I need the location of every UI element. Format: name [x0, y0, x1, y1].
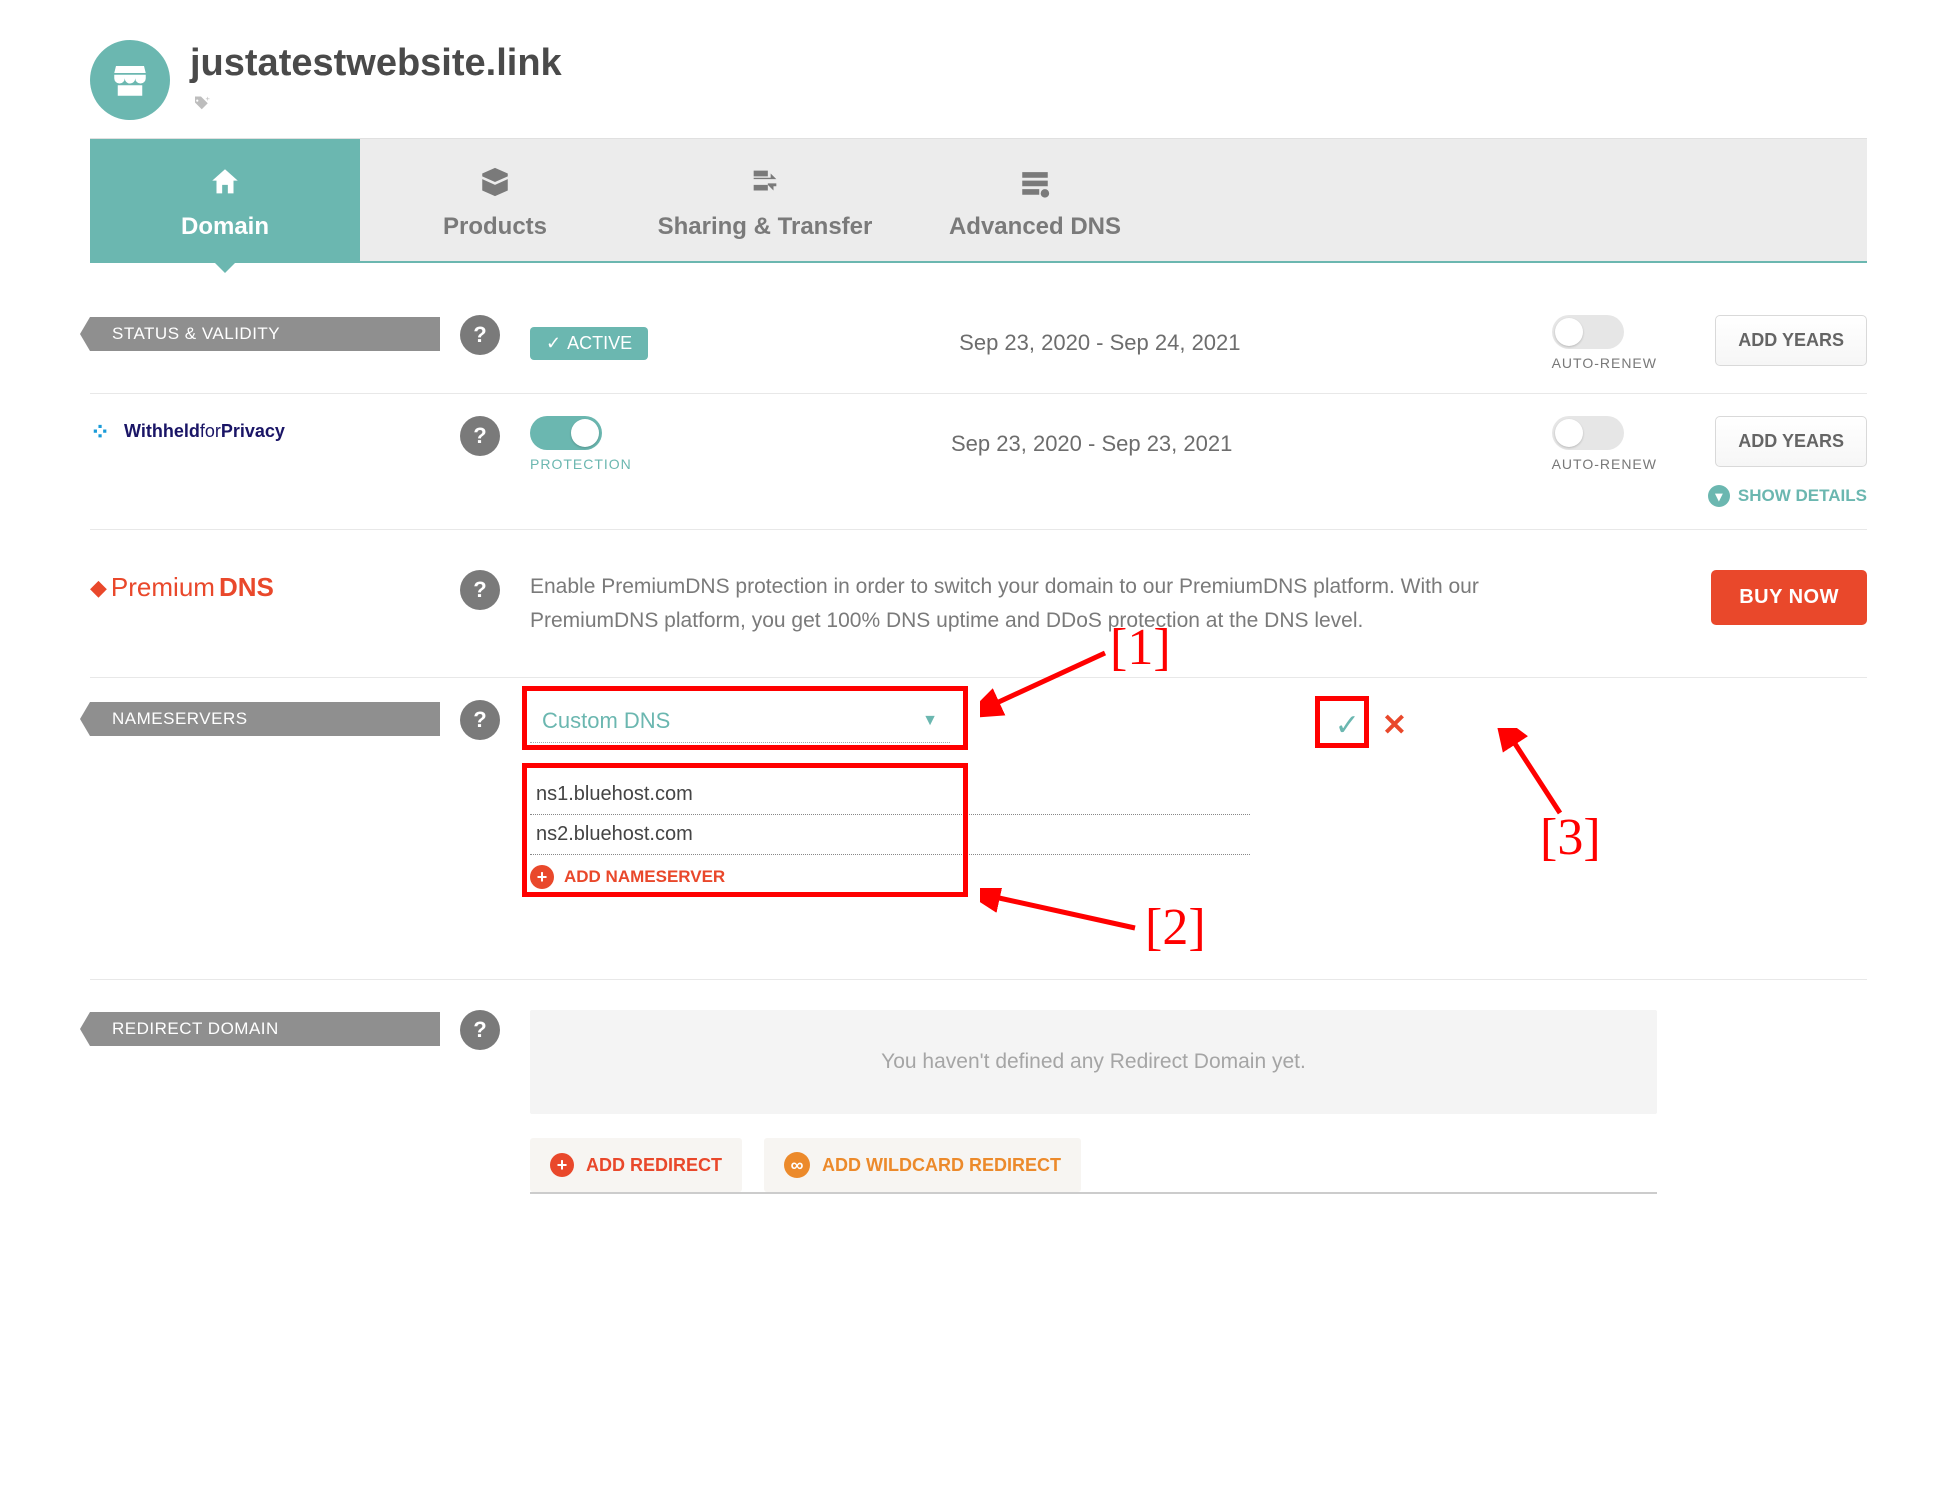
add-wildcard-redirect-button[interactable]: ∞ ADD WILDCARD REDIRECT: [764, 1138, 1081, 1192]
dns-select-value: Custom DNS: [542, 708, 670, 734]
premiumdns-description: Enable PremiumDNS protection in order to…: [530, 570, 1550, 637]
tab-domain[interactable]: Domain: [90, 139, 360, 261]
tab-products-label: Products: [360, 213, 630, 241]
tab-advanced-dns[interactable]: Advanced DNS: [900, 139, 1170, 261]
nameserver-confirm-group: ✓ ✕: [1329, 706, 1407, 745]
buy-now-button[interactable]: BUY NOW: [1711, 570, 1867, 625]
nameserver-2-input[interactable]: [530, 815, 1250, 855]
annotation-2: [2]: [1145, 898, 1206, 957]
tab-sharing[interactable]: Sharing & Transfer: [630, 139, 900, 261]
chevron-down-icon: ▼: [922, 712, 938, 730]
server-gear-icon: [900, 165, 1170, 203]
nameserver-1-input[interactable]: [530, 775, 1250, 815]
privacy-auto-renew-label: AUTO-RENEW: [1552, 456, 1657, 472]
privacy-row: WithheldforPrivacy ? PROTECTION Sep 23, …: [90, 394, 1867, 530]
cancel-button[interactable]: ✕: [1382, 708, 1407, 743]
dns-type-select[interactable]: Custom DNS ▼: [530, 700, 950, 743]
page-header: justatestwebsite.link +: [90, 40, 1867, 120]
premiumdns-logo: ◆ PremiumDNS: [90, 572, 440, 603]
redirect-label: REDIRECT DOMAIN: [90, 1012, 440, 1046]
tab-domain-label: Domain: [90, 213, 360, 241]
svg-text:+: +: [206, 95, 211, 103]
plus-icon: +: [530, 865, 554, 889]
status-label: STATUS & VALIDITY: [90, 317, 440, 351]
privacy-logo: WithheldforPrivacy: [90, 418, 440, 444]
home-icon: [90, 165, 360, 203]
domain-title: justatestwebsite.link: [190, 42, 1867, 85]
auto-renew-label: AUTO-RENEW: [1552, 355, 1657, 371]
check-icon: ✓: [546, 333, 561, 354]
help-icon[interactable]: ?: [460, 315, 500, 355]
privacy-dots-icon: [90, 418, 116, 444]
privacy-add-years-button[interactable]: ADD YEARS: [1715, 416, 1867, 467]
sharing-icon: [630, 165, 900, 203]
diamond-icon: ◆: [90, 575, 107, 601]
active-badge: ✓ ACTIVE: [530, 327, 648, 360]
privacy-dates: Sep 23, 2020 - Sep 23, 2021: [951, 431, 1232, 456]
privacy-auto-renew-toggle[interactable]: [1552, 416, 1624, 450]
add-nameserver-button[interactable]: + ADD NAMESERVER: [530, 865, 1657, 889]
help-icon[interactable]: ?: [460, 416, 500, 456]
plus-icon: +: [550, 1153, 574, 1177]
add-years-button[interactable]: ADD YEARS: [1715, 315, 1867, 366]
help-icon[interactable]: ?: [460, 700, 500, 740]
tab-products[interactable]: Products: [360, 139, 630, 261]
tag-icon[interactable]: +: [190, 95, 1867, 118]
tab-sharing-label: Sharing & Transfer: [630, 213, 900, 241]
help-icon[interactable]: ?: [460, 1010, 500, 1050]
annotation-arrow-2: [980, 888, 1140, 948]
shop-icon: [90, 40, 170, 120]
redirect-empty-message: You haven't defined any Redirect Domain …: [530, 1010, 1657, 1114]
protection-toggle[interactable]: [530, 416, 602, 450]
package-icon: [360, 165, 630, 203]
nameservers-label: NAMESERVERS: [90, 702, 440, 736]
add-redirect-button[interactable]: + ADD REDIRECT: [530, 1138, 742, 1192]
infinity-icon: ∞: [784, 1152, 810, 1178]
status-dates: Sep 23, 2020 - Sep 24, 2021: [959, 330, 1240, 355]
tab-bar: Domain Products Sharing & Transfer Advan…: [90, 138, 1867, 263]
nameservers-row: NAMESERVERS ? Custom DNS ▼ + ADD NAMESER…: [90, 678, 1867, 980]
confirm-button[interactable]: ✓: [1329, 706, 1366, 745]
chevron-down-icon: ▾: [1708, 485, 1730, 507]
auto-renew-toggle[interactable]: [1552, 315, 1624, 349]
tab-advanced-label: Advanced DNS: [900, 213, 1170, 241]
status-row: STATUS & VALIDITY ? ✓ ACTIVE Sep 23, 202…: [90, 293, 1867, 394]
show-details-link[interactable]: ▾ SHOW DETAILS: [1708, 485, 1867, 507]
redirect-row: REDIRECT DOMAIN ? You haven't defined an…: [90, 980, 1867, 1216]
help-icon[interactable]: ?: [460, 570, 500, 610]
protection-label: PROTECTION: [530, 456, 632, 472]
page-container: justatestwebsite.link + Domain Products …: [0, 0, 1957, 1256]
premiumdns-row: ◆ PremiumDNS ? Enable PremiumDNS protect…: [90, 530, 1867, 678]
